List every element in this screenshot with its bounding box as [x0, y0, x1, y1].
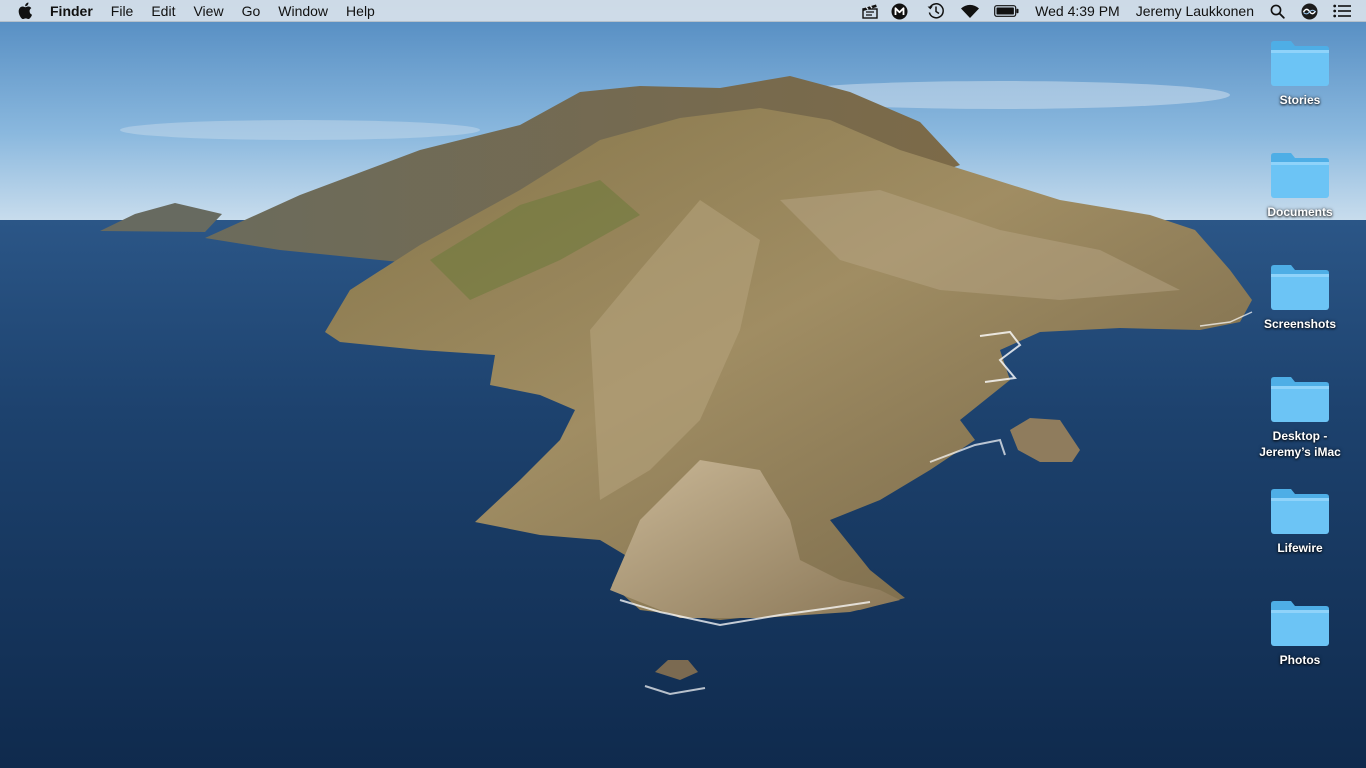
menu-bar-clock[interactable]: Wed 4:39 PM: [1035, 0, 1120, 22]
desktop-folder-label-line-2: Jeremy’s iMac: [1259, 445, 1341, 459]
spotlight-search-icon[interactable]: [1268, 0, 1286, 22]
desktop-folder-label: Stories: [1279, 93, 1321, 107]
menu-bar-user-name[interactable]: Jeremy Laukkonen: [1136, 0, 1254, 22]
menu-window[interactable]: Window: [269, 0, 337, 22]
battery-icon[interactable]: [993, 0, 1019, 22]
desktop-folder-label: Lifewire: [1277, 541, 1323, 555]
desktop-folder-desktop-jeremys-imac[interactable]: Desktop - Jeremy’s iMac: [1250, 374, 1350, 460]
desktop-folder-screenshots[interactable]: Screenshots: [1250, 262, 1350, 332]
desktop-folder-label: Photos: [1279, 653, 1321, 667]
menu-edit[interactable]: Edit: [142, 0, 184, 22]
desktop-folder-label: Screenshots: [1263, 317, 1337, 331]
time-machine-icon[interactable]: [925, 0, 947, 22]
folder-icon: [1271, 265, 1329, 310]
folder-icon: [1271, 601, 1329, 646]
desktop-folder-label-line-1: Desktop -: [1272, 429, 1328, 443]
siri-icon[interactable]: [1300, 0, 1318, 22]
apple-logo-icon[interactable]: [18, 0, 36, 22]
desktop-folder-lifewire[interactable]: Lifewire: [1250, 486, 1350, 556]
menu-view[interactable]: View: [184, 0, 232, 22]
folder-icon: [1271, 153, 1329, 198]
desktop[interactable]: Finder File Edit View Go Window Help Wed…: [0, 0, 1366, 768]
clapperboard-icon[interactable]: [859, 0, 881, 22]
desktop-folder-documents[interactable]: Documents: [1250, 150, 1350, 220]
menu-bar-left: Finder File Edit View Go Window Help: [0, 0, 384, 22]
app-menu-finder[interactable]: Finder: [50, 0, 102, 22]
wallpaper: [0, 0, 1366, 768]
menu-help[interactable]: Help: [337, 0, 384, 22]
desktop-folder-stories[interactable]: Stories: [1250, 38, 1350, 108]
menu-go[interactable]: Go: [233, 0, 270, 22]
malwarebytes-icon[interactable]: [889, 0, 909, 22]
folder-icon: [1271, 489, 1329, 534]
notification-center-icon[interactable]: [1332, 0, 1352, 22]
menu-file[interactable]: File: [102, 0, 143, 22]
desktop-folder-photos[interactable]: Photos: [1250, 598, 1350, 668]
desktop-folder-label: Documents: [1267, 205, 1333, 219]
menu-bar-status-area: Wed 4:39 PM Jeremy Laukkonen: [859, 0, 1366, 22]
wifi-icon[interactable]: [959, 0, 981, 22]
menu-bar: Finder File Edit View Go Window Help Wed…: [0, 0, 1366, 22]
folder-icon: [1271, 41, 1329, 86]
folder-icon: [1271, 377, 1329, 422]
